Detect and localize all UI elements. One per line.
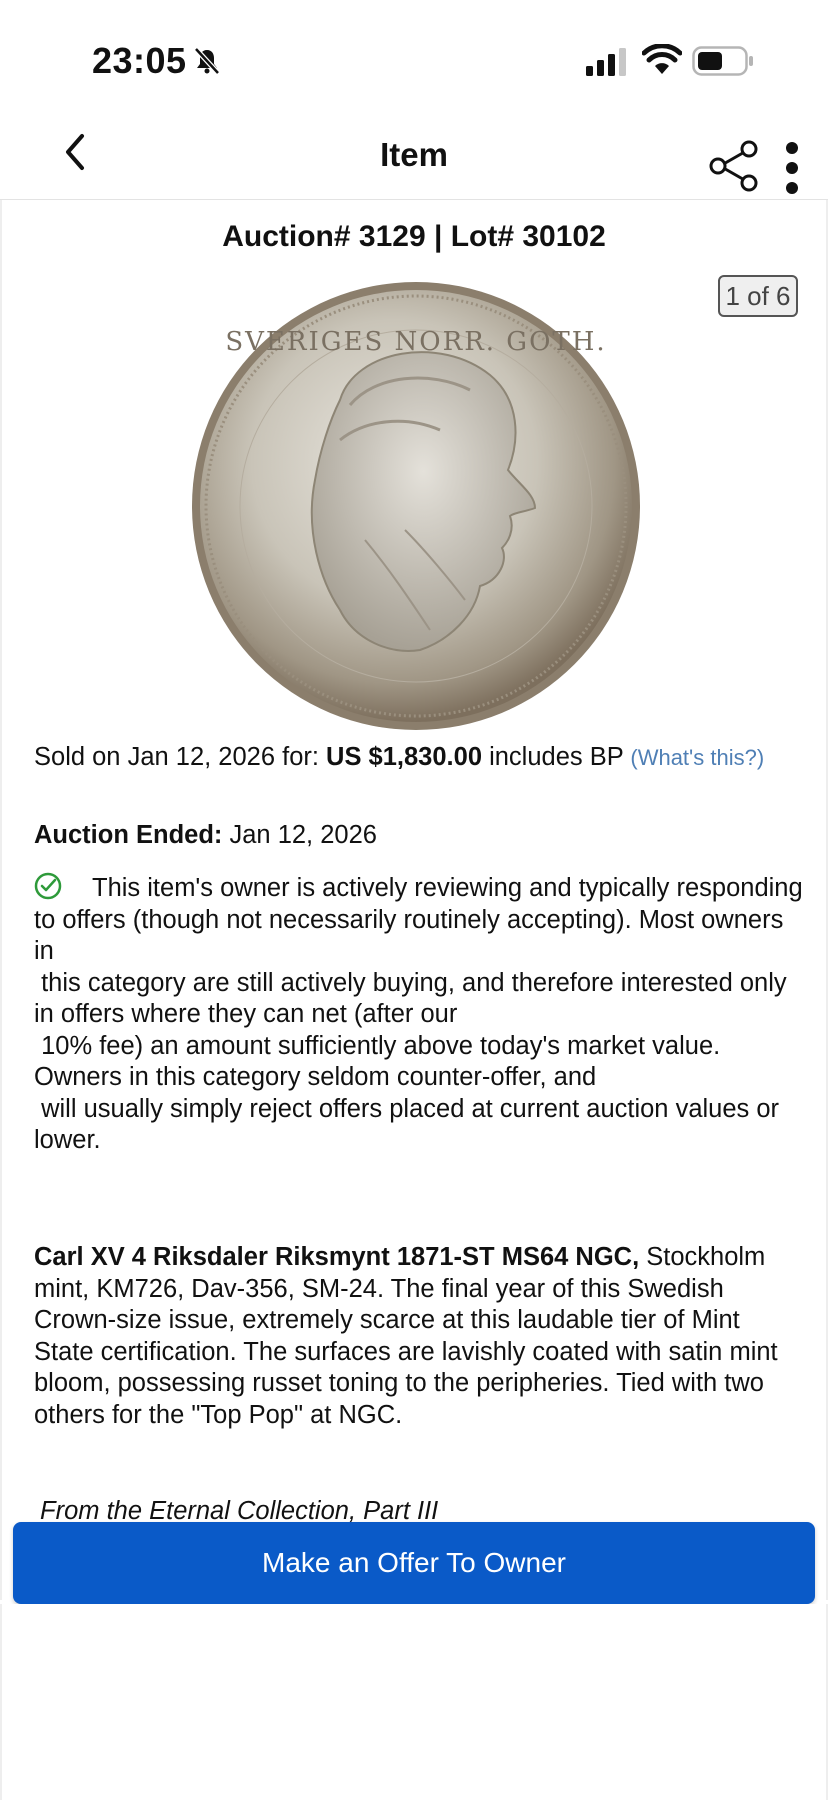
make-offer-button[interactable]: Make an Offer To Owner: [13, 1522, 815, 1604]
bell-slash-icon: [194, 47, 220, 75]
signal-icon: [586, 48, 626, 76]
coin-image[interactable]: SVERIGES NORR. GOTH.: [190, 280, 642, 732]
auction-ended-label: Auction Ended:: [34, 821, 223, 849]
bottom-spacer: [0, 1604, 828, 1800]
battery-icon: [692, 46, 753, 76]
owner-notice: This item's owner is actively reviewing …: [34, 872, 804, 1157]
check-circle-icon: [34, 872, 62, 900]
item-detail: Auction# 3129 | Lot# 30102 1 of 6 SVERIG…: [0, 200, 828, 1600]
wifi-icon: [642, 44, 682, 74]
image-counter: 1 of 6: [718, 275, 798, 317]
sold-info: Sold on Jan 12, 2026 for: US $1,830.00 i…: [34, 742, 804, 774]
nav-bar: Item: [0, 110, 828, 200]
status-time: 23:05: [92, 40, 187, 81]
sold-prefix: Sold on Jan 12, 2026 for:: [34, 743, 327, 771]
owner-notice-text: This item's owner is actively reviewing …: [34, 874, 803, 1154]
sold-suffix: includes BP: [482, 743, 631, 771]
svg-text:SVERIGES NORR. GOTH.: SVERIGES NORR. GOTH.: [225, 327, 606, 357]
auction-ended: Auction Ended: Jan 12, 2026: [34, 820, 804, 852]
auction-ended-value: Jan 12, 2026: [222, 821, 377, 849]
more-vertical-icon[interactable]: [780, 140, 804, 196]
item-description: Carl XV 4 Riksdaler Riksmynt 1871-ST MS6…: [34, 1242, 804, 1431]
status-bar: 23:05: [0, 0, 828, 110]
page-title: Item: [380, 136, 448, 173]
sold-price: US $1,830.00: [326, 743, 482, 771]
description-title: Carl XV 4 Riksdaler Riksmynt 1871-ST MS6…: [34, 1243, 640, 1271]
share-icon[interactable]: [708, 140, 760, 192]
lot-title: Auction# 3129 | Lot# 30102: [222, 220, 606, 253]
whats-this-link[interactable]: (What's this?): [630, 745, 764, 770]
